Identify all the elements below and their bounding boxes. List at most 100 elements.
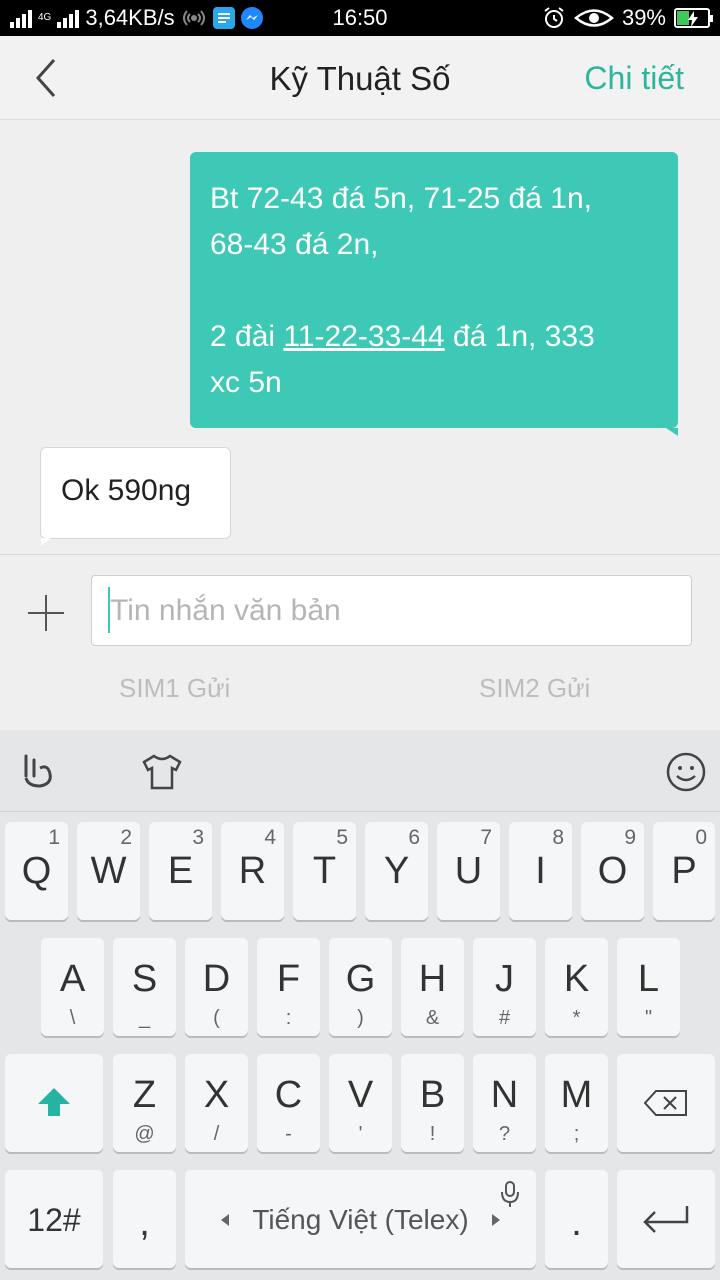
key-label: R xyxy=(238,850,267,892)
alarm-icon xyxy=(544,7,564,28)
key-b[interactable]: B! xyxy=(401,1054,464,1152)
attach-button[interactable] xyxy=(26,593,66,633)
message-list[interactable]: Bt 72-43 đá 5n, 71-25 đá 1n, 68-43 đá 2n… xyxy=(0,121,720,554)
theme-button[interactable] xyxy=(140,750,184,794)
key-x[interactable]: X / xyxy=(185,1054,248,1152)
key-v[interactable]: V ' xyxy=(329,1054,392,1152)
message-text: Ok 590ng xyxy=(61,474,192,507)
key-label: 12# xyxy=(27,1202,81,1238)
key-a[interactable]: A \ xyxy=(41,938,104,1036)
key-c[interactable]: C- xyxy=(257,1054,320,1152)
space-key[interactable]: Tiếng Việt (Telex) xyxy=(185,1170,536,1268)
key-h[interactable]: H & xyxy=(401,938,464,1036)
enter-key[interactable] xyxy=(617,1170,715,1268)
key-g[interactable]: G) xyxy=(329,938,392,1036)
key-alt: 7 xyxy=(480,826,492,849)
key-z[interactable]: Z @ xyxy=(113,1054,176,1152)
sim2-send-button[interactable]: SIM2 Gửi xyxy=(479,673,590,704)
key-j[interactable]: J # xyxy=(473,938,536,1036)
backspace-icon xyxy=(644,1090,687,1116)
shift-key[interactable] xyxy=(5,1054,103,1152)
key-label: B xyxy=(419,1074,446,1116)
comma-key[interactable]: , xyxy=(113,1170,176,1268)
key-i[interactable]: 8I xyxy=(509,822,572,920)
key-u[interactable]: 7U xyxy=(437,822,500,920)
compose-bar: SIM1 Gửi SIM2 Gửi xyxy=(0,554,720,730)
key-f[interactable]: F: xyxy=(257,938,320,1036)
eye-icon xyxy=(573,9,614,27)
key-alt: 4 xyxy=(264,826,276,849)
message-input[interactable] xyxy=(91,575,692,646)
key-label: Y xyxy=(383,850,410,892)
key-label: , xyxy=(139,1202,150,1244)
key-label: Z xyxy=(132,1074,157,1116)
key-t[interactable]: 5T xyxy=(293,822,356,920)
key-e[interactable]: 3E xyxy=(149,822,212,920)
key-alt: : xyxy=(285,1007,292,1029)
incoming-message-bubble[interactable]: Ok 590ng xyxy=(40,447,231,546)
smiley-icon xyxy=(666,752,706,792)
status-bar: 4G 3,64KB/s 16:50 39% xyxy=(0,0,720,36)
message-line: Bt 72-43 đá 5n, 71-25 đá 1n, xyxy=(210,182,592,215)
key-alt: 0 xyxy=(695,826,707,849)
key-d[interactable]: D( xyxy=(185,938,248,1036)
key-l[interactable]: L " xyxy=(617,938,680,1036)
key-alt: ) xyxy=(357,1007,364,1029)
battery-percent: 39% xyxy=(621,5,666,30)
key-label: I xyxy=(535,850,546,892)
sim1-send-button[interactable]: SIM1 Gửi xyxy=(119,673,230,704)
arrow-right-icon xyxy=(492,1214,500,1226)
key-m[interactable]: M; xyxy=(545,1054,608,1152)
touchpal-button[interactable] xyxy=(18,750,62,794)
message-text: đá 1n, 333 xyxy=(444,320,595,353)
key-k[interactable]: K * xyxy=(545,938,608,1036)
key-p[interactable]: 0P xyxy=(653,822,715,920)
key-s[interactable]: S _ xyxy=(113,938,176,1036)
key-w[interactable]: 2W xyxy=(77,822,140,920)
key-alt: " xyxy=(644,1007,653,1029)
conversation-header: Kỹ Thuật Số Chi tiết xyxy=(0,36,720,120)
emoji-button[interactable] xyxy=(664,750,708,794)
key-o[interactable]: 9O xyxy=(581,822,644,920)
key-alt: _ xyxy=(138,1007,151,1029)
key-label: M xyxy=(560,1074,593,1116)
status-right: 39% xyxy=(542,5,713,31)
key-alt: - xyxy=(285,1123,292,1145)
key-q[interactable]: 1Q xyxy=(5,822,68,920)
key-label: Q xyxy=(21,850,52,892)
battery-icon xyxy=(674,8,713,28)
period-key[interactable]: . xyxy=(545,1170,608,1268)
key-label: O xyxy=(597,850,628,892)
key-label: E xyxy=(167,850,194,892)
key-label: S xyxy=(131,958,158,1000)
key-alt: / xyxy=(213,1123,220,1145)
key-r[interactable]: 4R xyxy=(221,822,284,920)
text-cursor xyxy=(108,587,110,633)
key-label: W xyxy=(90,850,127,892)
key-label: . xyxy=(571,1202,582,1244)
key-label: C xyxy=(274,1074,303,1116)
key-label: D xyxy=(202,958,231,1000)
details-button[interactable]: Chi tiết xyxy=(584,60,684,97)
enter-icon xyxy=(643,1206,689,1233)
key-alt: 3 xyxy=(192,826,204,849)
plus-icon xyxy=(28,595,64,631)
phone-number-link[interactable]: 11-22-33-44 xyxy=(283,320,444,353)
key-n[interactable]: N? xyxy=(473,1054,536,1152)
key-alt: ? xyxy=(498,1123,511,1145)
message-line: xc 5n xyxy=(210,366,282,399)
tshirt-icon xyxy=(142,754,182,790)
key-alt: # xyxy=(498,1007,511,1029)
key-alt: \ xyxy=(69,1007,76,1029)
numbers-key[interactable]: 12# xyxy=(5,1170,103,1268)
key-label: X xyxy=(203,1074,230,1116)
gesture-hand-icon xyxy=(24,754,52,788)
key-y[interactable]: 6Y xyxy=(365,822,428,920)
key-alt: * xyxy=(572,1007,581,1029)
key-alt: ; xyxy=(573,1123,580,1145)
message-line: 2 đài 11-22-33-44 đá 1n, 333 xyxy=(210,314,658,360)
outgoing-message-bubble[interactable]: Bt 72-43 đá 5n, 71-25 đá 1n, 68-43 đá 2n… xyxy=(190,152,678,436)
key-label: N xyxy=(490,1074,519,1116)
backspace-key[interactable] xyxy=(617,1054,715,1152)
key-label: K xyxy=(563,958,590,1000)
